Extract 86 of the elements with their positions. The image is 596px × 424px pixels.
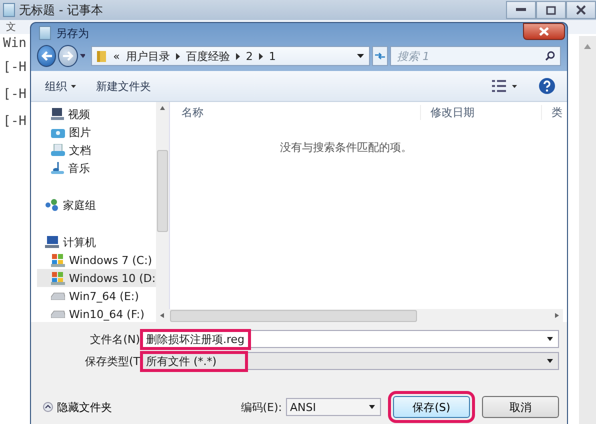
close-button[interactable]: [523, 23, 565, 40]
text-line: [-H: [2, 87, 28, 104]
nav-item[interactable]: 家庭组: [37, 196, 156, 214]
maximize-icon: [546, 6, 556, 14]
computer-icon: [45, 236, 59, 248]
refresh-button[interactable]: [372, 46, 388, 66]
cancel-button[interactable]: 取消: [482, 396, 559, 418]
folder-icon: [97, 50, 108, 62]
dropdown-icon[interactable]: [547, 359, 553, 363]
chevron-icon[interactable]: [176, 52, 180, 60]
picture-icon: [51, 126, 65, 138]
right-arrow-icon: [62, 51, 74, 61]
arrows-icon: [374, 52, 386, 60]
new-folder-button[interactable]: 新建文件夹: [94, 76, 153, 96]
minimize-button[interactable]: [506, 1, 536, 19]
notepad-icon: [39, 26, 51, 40]
windows-drive-icon: [51, 254, 65, 266]
help-icon[interactable]: [539, 78, 555, 94]
homegroup-icon: [45, 199, 59, 211]
breadcrumb-overflow[interactable]: «: [113, 50, 120, 62]
nav-item[interactable]: Windows 10 (D:: [37, 269, 156, 287]
dropdown-icon[interactable]: [512, 84, 517, 88]
scroll-right-icon[interactable]: [554, 313, 559, 318]
document-icon: [51, 144, 65, 156]
forward-button[interactable]: [58, 45, 78, 67]
view-icon[interactable]: [492, 80, 506, 92]
back-button[interactable]: [37, 45, 56, 67]
minimize-icon: [516, 8, 526, 12]
menu-item[interactable]: 文: [6, 20, 16, 34]
encoding-dropdown[interactable]: ANSI: [286, 398, 381, 416]
left-arrow-icon: [40, 51, 53, 61]
search-icon: [545, 51, 556, 61]
search-field[interactable]: 搜索 1: [390, 46, 562, 66]
column-header[interactable]: 类: [540, 104, 563, 120]
breadcrumb[interactable]: 2: [246, 50, 253, 62]
nav-item[interactable]: 图片: [37, 123, 156, 141]
window-title: 无标题 - 记事本: [19, 2, 103, 18]
close-button[interactable]: [566, 1, 596, 19]
drive-icon: [51, 292, 65, 300]
nav-item[interactable]: Windows 7 (C:): [37, 251, 156, 269]
filename-field[interactable]: 删除损坏注册项.reg: [142, 330, 559, 348]
windows-drive-icon: [51, 272, 65, 284]
nav-item[interactable]: 音乐: [37, 159, 156, 177]
nav-item[interactable]: Win10_64 (F:): [37, 305, 156, 322]
chevron-icon[interactable]: [236, 52, 240, 60]
caret-icon: [71, 84, 76, 88]
breadcrumb[interactable]: 百度经验: [186, 48, 230, 64]
notepad-icon: [3, 3, 15, 17]
field-label: 文件名(N): [89, 332, 140, 346]
chevron-up-icon: [43, 402, 53, 412]
column-header[interactable]: 名称: [170, 104, 420, 120]
scroll-thumb[interactable]: [156, 150, 168, 232]
scroll-thumb[interactable]: [170, 310, 417, 322]
file-type-value: 所有文件 (*.*): [143, 354, 245, 368]
hide-folders-toggle[interactable]: 隐藏文件夹: [43, 400, 112, 414]
nav-item[interactable]: 文档: [37, 141, 156, 159]
video-icon: [51, 108, 64, 120]
dropdown-icon[interactable]: [357, 54, 364, 58]
close-icon: [576, 5, 586, 15]
text-line: Win: [2, 36, 28, 53]
dropdown-icon: [369, 405, 375, 409]
organize-menu[interactable]: 组织: [43, 76, 78, 96]
text-line: [-H: [2, 114, 28, 131]
text-line: [-H: [2, 60, 28, 77]
nav-item[interactable]: 计算机: [37, 233, 156, 251]
field-label: 编码(E):: [240, 400, 282, 414]
dropdown-icon[interactable]: [547, 337, 553, 341]
dialog-title: 另存为: [56, 26, 89, 40]
empty-message: 没有与搜索条件匹配的项。: [279, 140, 414, 155]
scroll-up-icon[interactable]: [160, 106, 165, 110]
drive-icon: [51, 310, 65, 318]
maximize-button[interactable]: [536, 1, 566, 19]
field-label: 保存类型(T: [84, 354, 140, 368]
scrollbar[interactable]: [579, 36, 596, 424]
nav-item[interactable]: Win7_64 (E:): [37, 287, 156, 305]
breadcrumb[interactable]: 用户目录: [126, 48, 170, 64]
chevron-icon[interactable]: [258, 52, 263, 60]
address-bar[interactable]: « 用户目录 百度经验 2 1: [91, 46, 370, 66]
music-icon: [51, 162, 64, 174]
nav-item[interactable]: 视频: [37, 105, 156, 123]
breadcrumb[interactable]: 1: [268, 50, 276, 62]
filename-value: 删除损坏注册项.reg: [143, 332, 248, 346]
file-type-dropdown[interactable]: 所有文件 (*.*): [142, 352, 559, 370]
close-icon: [539, 27, 549, 36]
scroll-left-icon[interactable]: [160, 313, 164, 318]
column-header[interactable]: 修改日期: [420, 104, 541, 120]
